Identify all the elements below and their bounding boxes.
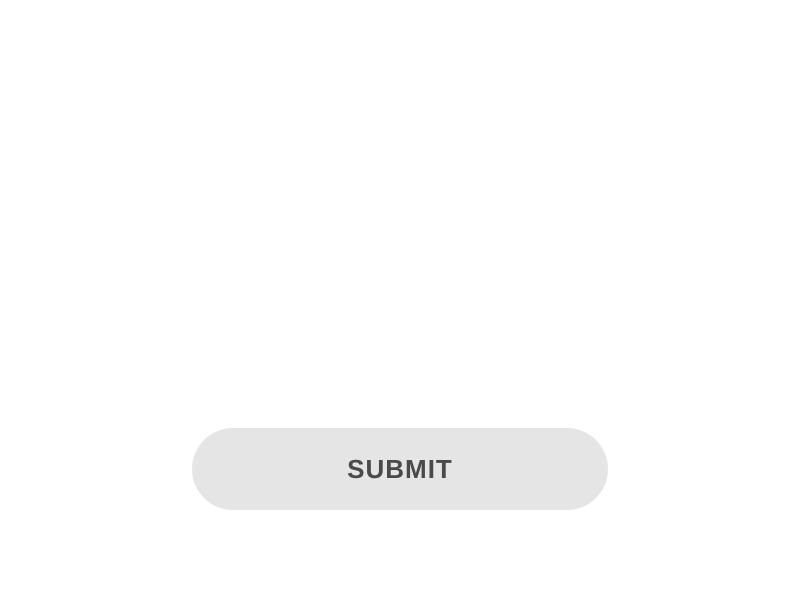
submit-button-label: SUBMIT bbox=[347, 454, 453, 485]
submit-button[interactable]: SUBMIT bbox=[192, 428, 608, 510]
